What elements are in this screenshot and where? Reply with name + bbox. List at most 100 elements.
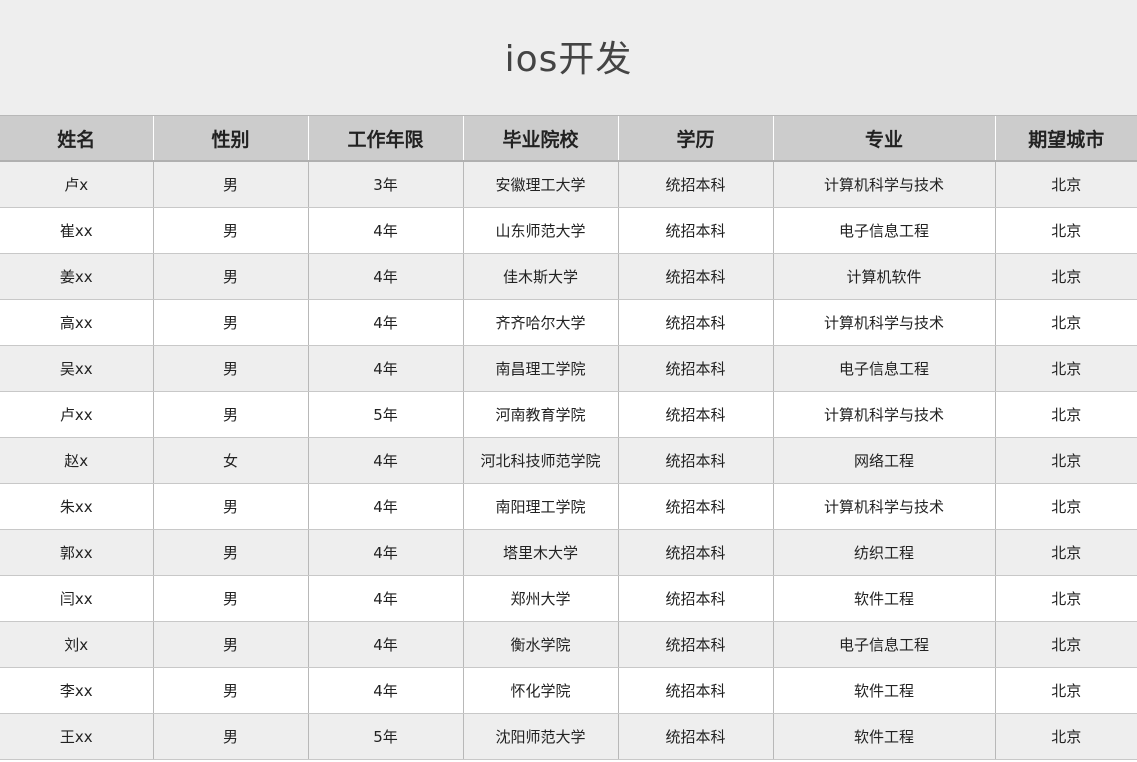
cell-name[interactable]: 吴xx [0,345,153,392]
cell-degree[interactable]: 统招本科 [617,299,773,346]
column-header-city[interactable]: 期望城市 [994,115,1137,162]
cell-gender[interactable]: 女 [152,437,308,484]
cell-school[interactable]: 塔里木大学 [462,529,618,576]
cell-school[interactable]: 南阳理工学院 [462,483,618,530]
cell-city[interactable]: 北京 [994,667,1137,714]
cell-degree[interactable]: 统招本科 [617,667,773,714]
cell-city[interactable]: 北京 [994,161,1137,208]
cell-degree[interactable]: 统招本科 [617,713,773,760]
cell-school[interactable]: 安徽理工大学 [462,161,618,208]
cell-city[interactable]: 北京 [994,529,1137,576]
cell-years[interactable]: 4年 [307,253,463,300]
cell-school[interactable]: 河南教育学院 [462,391,618,438]
cell-city[interactable]: 北京 [994,575,1137,622]
cell-gender[interactable]: 男 [152,253,308,300]
cell-gender[interactable]: 男 [152,713,308,760]
cell-name[interactable]: 闫xx [0,575,153,622]
cell-school[interactable]: 郑州大学 [462,575,618,622]
column-header-years[interactable]: 工作年限 [307,115,463,162]
cell-major[interactable]: 纺织工程 [772,529,995,576]
cell-major[interactable]: 计算机科学与技术 [772,391,995,438]
cell-major[interactable]: 电子信息工程 [772,621,995,668]
cell-years[interactable]: 4年 [307,437,463,484]
cell-name[interactable]: 刘x [0,621,153,668]
cell-school[interactable]: 河北科技师范学院 [462,437,618,484]
cell-degree[interactable]: 统招本科 [617,253,773,300]
cell-degree[interactable]: 统招本科 [617,621,773,668]
column-header-school[interactable]: 毕业院校 [462,115,618,162]
cell-name[interactable]: 朱xx [0,483,153,530]
cell-years[interactable]: 5年 [307,391,463,438]
cell-city[interactable]: 北京 [994,483,1137,530]
column-header-gender[interactable]: 性别 [152,115,308,162]
cell-years[interactable]: 4年 [307,483,463,530]
cell-major[interactable]: 计算机科学与技术 [772,483,995,530]
cell-gender[interactable]: 男 [152,529,308,576]
cell-school[interactable]: 沈阳师范大学 [462,713,618,760]
cell-name[interactable]: 崔xx [0,207,153,254]
column-header-degree[interactable]: 学历 [617,115,773,162]
cell-city[interactable]: 北京 [994,345,1137,392]
cell-gender[interactable]: 男 [152,161,308,208]
cell-gender[interactable]: 男 [152,299,308,346]
cell-school[interactable]: 衡水学院 [462,621,618,668]
cell-name[interactable]: 卢xx [0,391,153,438]
cell-gender[interactable]: 男 [152,575,308,622]
cell-degree[interactable]: 统招本科 [617,483,773,530]
cell-gender[interactable]: 男 [152,345,308,392]
cell-school[interactable]: 南昌理工学院 [462,345,618,392]
cell-years[interactable]: 4年 [307,575,463,622]
cell-city[interactable]: 北京 [994,391,1137,438]
cell-degree[interactable]: 统招本科 [617,529,773,576]
cell-years[interactable]: 4年 [307,621,463,668]
cell-years[interactable]: 3年 [307,161,463,208]
cell-degree[interactable]: 统招本科 [617,345,773,392]
cell-degree[interactable]: 统招本科 [617,391,773,438]
cell-name[interactable]: 姜xx [0,253,153,300]
table-row: 崔xx 男 4年 山东师范大学 统招本科 电子信息工程 北京 [0,207,1137,254]
column-header-name[interactable]: 姓名 [0,115,153,162]
cell-school[interactable]: 怀化学院 [462,667,618,714]
cell-name[interactable]: 郭xx [0,529,153,576]
cell-degree[interactable]: 统招本科 [617,161,773,208]
cell-major[interactable]: 软件工程 [772,667,995,714]
cell-city[interactable]: 北京 [994,621,1137,668]
cell-school[interactable]: 佳木斯大学 [462,253,618,300]
cell-gender[interactable]: 男 [152,483,308,530]
cell-major[interactable]: 软件工程 [772,575,995,622]
cell-city[interactable]: 北京 [994,207,1137,254]
cell-gender[interactable]: 男 [152,667,308,714]
cell-major[interactable]: 计算机软件 [772,253,995,300]
cell-years[interactable]: 4年 [307,667,463,714]
cell-major[interactable]: 电子信息工程 [772,207,995,254]
cell-city[interactable]: 北京 [994,299,1137,346]
cell-city[interactable]: 北京 [994,713,1137,760]
cell-degree[interactable]: 统招本科 [617,575,773,622]
cell-name[interactable]: 赵x [0,437,153,484]
cell-years[interactable]: 4年 [307,299,463,346]
cell-major[interactable]: 软件工程 [772,713,995,760]
cell-name[interactable]: 高xx [0,299,153,346]
cell-city[interactable]: 北京 [994,437,1137,484]
cell-school[interactable]: 山东师范大学 [462,207,618,254]
cell-name[interactable]: 王xx [0,713,153,760]
cell-city[interactable]: 北京 [994,253,1137,300]
cell-gender[interactable]: 男 [152,207,308,254]
cell-major[interactable]: 计算机科学与技术 [772,299,995,346]
cell-degree[interactable]: 统招本科 [617,437,773,484]
cell-name[interactable]: 卢x [0,161,153,208]
cell-gender[interactable]: 男 [152,621,308,668]
table-row: 卢x 男 3年 安徽理工大学 统招本科 计算机科学与技术 北京 [0,161,1137,208]
cell-name[interactable]: 李xx [0,667,153,714]
cell-major[interactable]: 网络工程 [772,437,995,484]
cell-years[interactable]: 4年 [307,529,463,576]
cell-years[interactable]: 5年 [307,713,463,760]
column-header-major[interactable]: 专业 [772,115,995,162]
cell-years[interactable]: 4年 [307,345,463,392]
cell-major[interactable]: 电子信息工程 [772,345,995,392]
cell-years[interactable]: 4年 [307,207,463,254]
cell-gender[interactable]: 男 [152,391,308,438]
cell-school[interactable]: 齐齐哈尔大学 [462,299,618,346]
cell-degree[interactable]: 统招本科 [617,207,773,254]
cell-major[interactable]: 计算机科学与技术 [772,161,995,208]
